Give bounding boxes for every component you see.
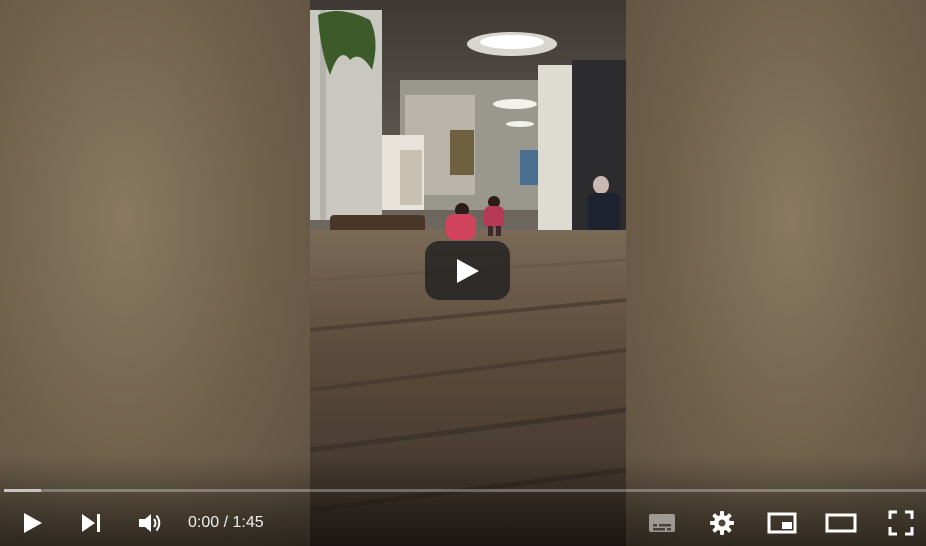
skip-next-icon bbox=[82, 514, 100, 532]
progress-loaded bbox=[4, 489, 41, 492]
subtitles-icon bbox=[649, 514, 675, 532]
play-button[interactable] bbox=[10, 500, 56, 546]
progress-bar[interactable] bbox=[4, 489, 926, 492]
volume-icon bbox=[139, 514, 161, 532]
subtitles-button[interactable] bbox=[640, 500, 684, 546]
miniplayer-button[interactable] bbox=[760, 500, 804, 546]
control-bar: 0:00 / 1:45 bbox=[0, 500, 926, 546]
fullscreen-icon bbox=[888, 510, 914, 536]
video-player[interactable]: 0:00 / 1:45 bbox=[0, 0, 926, 546]
theater-mode-button[interactable] bbox=[818, 500, 864, 546]
fullscreen-button[interactable] bbox=[878, 500, 924, 546]
settings-button[interactable] bbox=[700, 500, 744, 546]
next-button[interactable] bbox=[68, 500, 114, 546]
time-separator: / bbox=[219, 514, 233, 531]
theater-mode-icon bbox=[825, 513, 857, 533]
time-display: 0:00 / 1:45 bbox=[188, 513, 264, 533]
duration: 1:45 bbox=[232, 514, 264, 531]
play-icon bbox=[24, 513, 42, 533]
play-icon bbox=[456, 258, 479, 283]
large-play-button[interactable] bbox=[425, 241, 510, 300]
miniplayer-icon bbox=[767, 512, 797, 534]
mute-button[interactable] bbox=[127, 500, 173, 546]
current-time: 0:00 bbox=[188, 514, 220, 531]
gear-icon bbox=[710, 511, 734, 535]
